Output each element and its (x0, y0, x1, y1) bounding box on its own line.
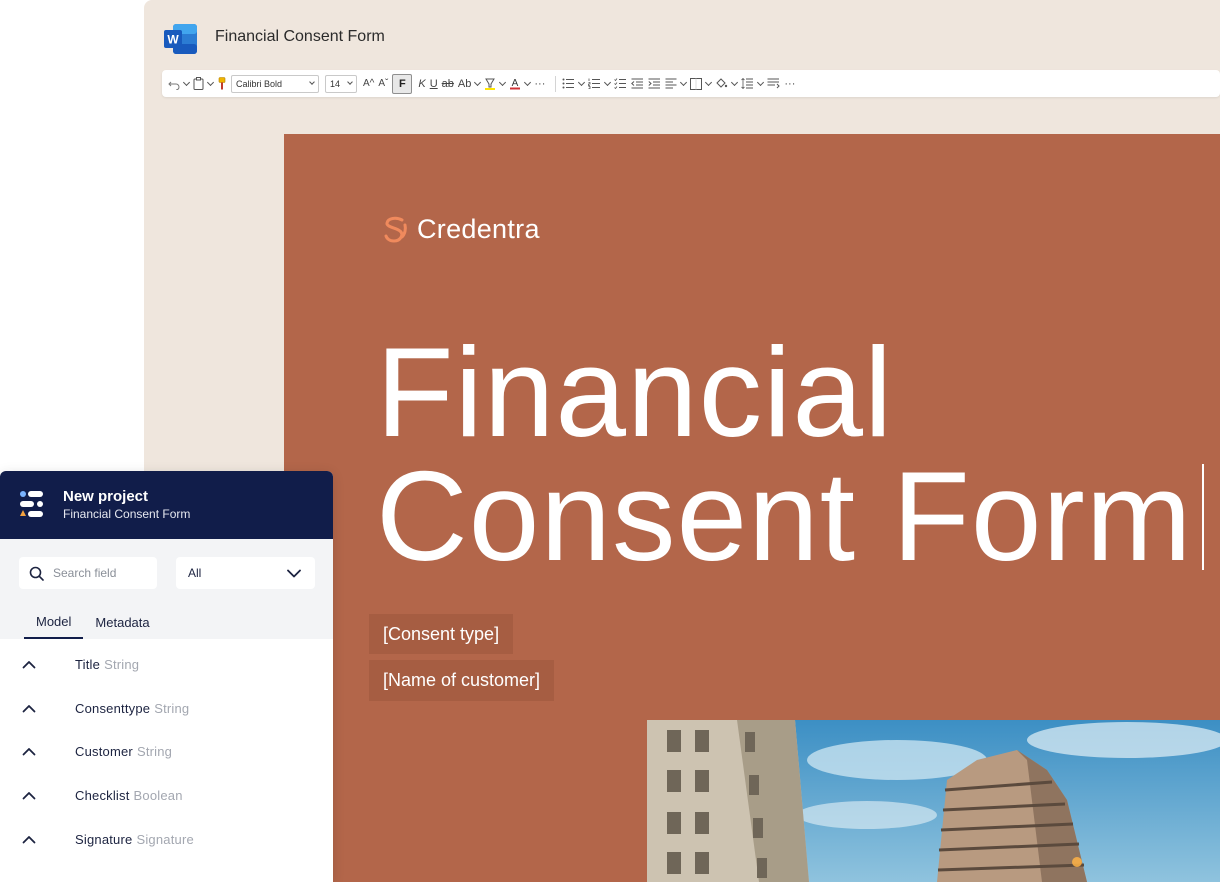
field-row-signature[interactable]: Signature Signature (0, 817, 333, 861)
panel-subtitle: Financial Consent Form (63, 507, 191, 521)
consent-type-placeholder[interactable]: [Consent type] (369, 614, 514, 654)
field-list: Title String Consenttype String Customer… (0, 639, 333, 861)
filter-value: All (188, 566, 202, 580)
screen: W Financial Consent Form Calibri Bold 14… (0, 0, 1220, 882)
strikethrough-button[interactable]: ab (442, 74, 454, 94)
word-icon: W (164, 24, 198, 54)
brand-logo: Credentra (383, 214, 540, 245)
project-logo-icon (20, 491, 43, 517)
bullets-button[interactable] (562, 74, 584, 94)
more-options-button[interactable]: ··· (784, 74, 795, 94)
shrink-font-button[interactable]: Aˇ (378, 74, 388, 94)
field-name: Checklist (75, 788, 130, 804)
undo-icon (168, 81, 180, 90)
indent-icon (648, 78, 661, 89)
checklist-icon (614, 78, 627, 89)
field-type: Signature (136, 831, 194, 847)
field-name: Title (75, 657, 101, 673)
type-filter-select[interactable]: All (176, 557, 315, 589)
search-icon (29, 566, 44, 581)
field-type: String (104, 657, 140, 673)
font-color-button[interactable]: A (509, 74, 530, 94)
clipboard-icon (193, 77, 204, 90)
font-color-icon: A (510, 78, 521, 90)
chevron-down-icon (287, 569, 301, 577)
grow-font-button[interactable]: A^ (363, 74, 374, 94)
font-color-letter: A (512, 78, 519, 89)
field-row-consenttype[interactable]: Consenttype String (0, 687, 333, 731)
paste-button[interactable] (193, 74, 213, 94)
field-type: String (136, 744, 173, 760)
project-panel: New project Financial Consent Form Searc… (0, 471, 333, 882)
ribbon-toolbar: Calibri Bold 14 A^ Aˇ F K U ab Ab A ··· (162, 70, 1220, 97)
field-name: Consenttype (75, 700, 151, 716)
highlighter-icon (485, 78, 496, 90)
field-name: Signature (75, 831, 133, 847)
ribbon-divider (555, 75, 557, 92)
italic-button[interactable]: K (418, 74, 425, 94)
heading-line-1: Financial (376, 321, 894, 463)
format-painter-icon (218, 77, 226, 90)
chevron-up-icon[interactable] (22, 658, 36, 672)
shading-button[interactable] (715, 74, 737, 94)
field-row-customer[interactable]: Customer String (0, 730, 333, 774)
search-field-input[interactable]: Search field (19, 557, 157, 589)
chevron-up-icon[interactable] (22, 745, 36, 759)
line-spacing-icon (741, 78, 754, 89)
bold-button[interactable]: F (392, 73, 413, 94)
align-button[interactable] (665, 74, 686, 94)
text-cursor (1202, 464, 1204, 570)
paint-bucket-icon (716, 77, 728, 88)
panel-controls: Search field All Model Metadata (0, 539, 333, 639)
bullet-list-icon (562, 78, 575, 89)
document-title: Financial Consent Form (215, 28, 385, 45)
undo-button[interactable] (168, 74, 189, 94)
borders-icon (690, 77, 703, 90)
format-painter-button[interactable] (217, 74, 227, 94)
word-icon-letter: W (167, 33, 179, 47)
brand-name: Credentra (417, 214, 540, 244)
borders-button[interactable] (690, 74, 711, 94)
tab-model[interactable]: Model (24, 605, 84, 639)
document-page: Credentra Financial Consent Form [Consen… (284, 134, 1220, 882)
change-case-label: Ab (457, 77, 472, 90)
more-font-options-button[interactable]: ··· (534, 74, 545, 94)
highlight-button[interactable] (484, 74, 505, 94)
checklist-button[interactable] (614, 74, 627, 94)
field-type: Boolean (133, 788, 183, 804)
font-size-select[interactable]: 14 (325, 74, 357, 93)
align-left-icon (665, 78, 677, 89)
customer-name-placeholder[interactable]: [Name of customer] (369, 660, 555, 701)
chevron-up-icon[interactable] (22, 701, 36, 715)
decrease-indent-button[interactable] (631, 74, 644, 94)
panel-tabs: Model Metadata (24, 605, 162, 639)
tab-metadata[interactable]: Metadata (83, 605, 161, 639)
styles-icon (767, 78, 781, 89)
chevron-up-icon[interactable] (22, 832, 36, 846)
outdent-icon (631, 78, 644, 89)
increase-indent-button[interactable] (648, 74, 661, 94)
font-name-value: Calibri Bold (236, 78, 283, 89)
underline-button[interactable]: U (430, 74, 438, 94)
heading-line-2: Consent Form (376, 445, 1193, 587)
field-type: String (154, 700, 190, 716)
font-size-value: 14 (330, 78, 341, 89)
field-row-checklist[interactable]: Checklist Boolean (0, 774, 333, 818)
field-name: Customer (75, 744, 133, 760)
numbering-button[interactable] (588, 74, 610, 94)
change-case-button[interactable]: Ab (458, 74, 480, 94)
panel-title: New project (63, 488, 149, 505)
line-spacing-button[interactable] (741, 74, 763, 94)
numbered-list-icon (588, 78, 601, 89)
panel-header: New project Financial Consent Form (0, 471, 333, 539)
font-name-select[interactable]: Calibri Bold (231, 74, 319, 93)
styles-button[interactable] (767, 74, 781, 94)
field-row-title[interactable]: Title String (0, 643, 333, 687)
document-heading[interactable]: Financial Consent Form (376, 321, 1193, 587)
credentra-logo-icon (384, 216, 407, 243)
search-placeholder: Search field (53, 566, 117, 580)
building-photo (647, 720, 1220, 882)
chevron-up-icon[interactable] (22, 789, 36, 803)
